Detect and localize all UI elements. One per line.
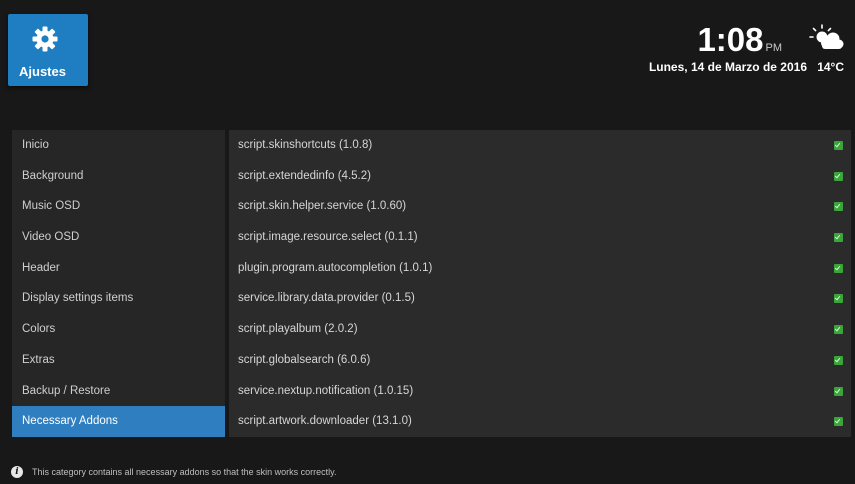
temperature-text: 14°C	[817, 60, 844, 74]
check-icon	[834, 386, 843, 396]
partly-cloudy-icon	[809, 24, 844, 49]
sidebar-item-video-osd[interactable]: Video OSD	[12, 222, 225, 253]
info-icon: i	[11, 466, 23, 478]
sidebar-item-label: Inicio	[22, 139, 49, 151]
addon-name: service.nextup.notification (1.0.15)	[238, 384, 414, 397]
sidebar-item-header[interactable]: Header	[12, 253, 225, 284]
addon-row[interactable]: script.playalbum (2.0.2)	[229, 314, 851, 345]
sidebar-item-label: Video OSD	[22, 231, 80, 244]
sidebar-item-music-osd[interactable]: Music OSD	[12, 191, 225, 222]
addon-name: script.globalsearch (6.0.6)	[238, 353, 371, 366]
sidebar-item-display-settings-items[interactable]: Display settings items	[12, 283, 225, 314]
check-icon	[834, 202, 843, 212]
addon-row[interactable]: script.image.resource.select (0.1.1)	[229, 222, 851, 253]
check-icon	[834, 355, 843, 365]
check-icon	[834, 325, 843, 335]
settings-tile-label: Ajustes	[19, 64, 66, 79]
settings-screen: Ajustes 1:08 PM Lunes, 14 de Marzo de 201…	[0, 0, 855, 484]
addon-row[interactable]: script.extendedinfo (4.5.2)	[229, 161, 851, 192]
sidebar-item-backup-restore[interactable]: Backup / Restore	[12, 376, 225, 407]
date-text: Lunes, 14 de Marzo de 2016	[648, 60, 807, 74]
sidebar-item-inicio[interactable]: Inicio	[12, 130, 225, 161]
footer-description: This category contains all necessary add…	[32, 467, 337, 477]
addon-name: script.playalbum (2.0.2)	[238, 323, 358, 336]
sidebar-item-label: Backup / Restore	[22, 384, 111, 397]
check-icon	[834, 417, 843, 427]
clock: 1:08 PM	[697, 21, 783, 58]
addon-row[interactable]: service.nextup.notification (1.0.15)	[229, 376, 851, 407]
addon-name: script.artwork.downloader (13.1.0)	[238, 415, 412, 428]
addon-row[interactable]: script.globalsearch (6.0.6)	[229, 345, 851, 376]
gear-icon	[32, 26, 58, 52]
addon-name: script.image.resource.select (0.1.1)	[238, 231, 418, 244]
necessary-addons-list: script.skinshortcuts (1.0.8) script.exte…	[229, 130, 851, 437]
clock-ampm: PM	[765, 42, 783, 54]
addon-row[interactable]: script.skinshortcuts (1.0.8)	[229, 130, 851, 161]
sidebar-item-extras[interactable]: Extras	[12, 345, 225, 376]
sidebar-item-background[interactable]: Background	[12, 161, 225, 192]
settings-tile[interactable]: Ajustes	[8, 14, 88, 86]
addon-name: script.skinshortcuts (1.0.8)	[238, 139, 373, 151]
sidebar-item-necessary-addons[interactable]: Necessary Addons	[12, 406, 225, 437]
check-icon	[834, 141, 843, 150]
addon-name: plugin.program.autocompletion (1.0.1)	[238, 261, 433, 274]
sidebar-item-label: Header	[22, 261, 60, 274]
check-icon	[834, 233, 843, 243]
clock-time: 1:08	[697, 21, 764, 58]
addon-row[interactable]: script.skin.helper.service (1.0.60)	[229, 191, 851, 222]
settings-category-menu: Inicio Background Music OSD Video OSD He…	[12, 130, 225, 437]
sidebar-item-label: Extras	[22, 353, 55, 366]
check-icon	[834, 263, 843, 273]
addon-name: script.extendedinfo (4.5.2)	[238, 169, 371, 182]
addon-name: script.skin.helper.service (1.0.60)	[238, 200, 407, 213]
sidebar-item-label: Display settings items	[22, 292, 134, 305]
sidebar-item-label: Music OSD	[22, 200, 81, 213]
addon-row[interactable]: service.library.data.provider (0.1.5)	[229, 283, 851, 314]
check-icon	[834, 171, 843, 181]
addon-row[interactable]: plugin.program.autocompletion (1.0.1)	[229, 253, 851, 284]
sidebar-item-colors[interactable]: Colors	[12, 314, 225, 345]
check-icon	[834, 294, 843, 304]
addon-row[interactable]: script.artwork.downloader (13.1.0)	[229, 406, 851, 437]
sidebar-item-label: Colors	[22, 323, 56, 336]
addon-name: service.library.data.provider (0.1.5)	[238, 292, 415, 305]
sidebar-item-label: Necessary Addons	[22, 415, 118, 428]
sidebar-item-label: Background	[22, 169, 84, 182]
info-footer: i This category contains all necessary a…	[11, 465, 336, 479]
